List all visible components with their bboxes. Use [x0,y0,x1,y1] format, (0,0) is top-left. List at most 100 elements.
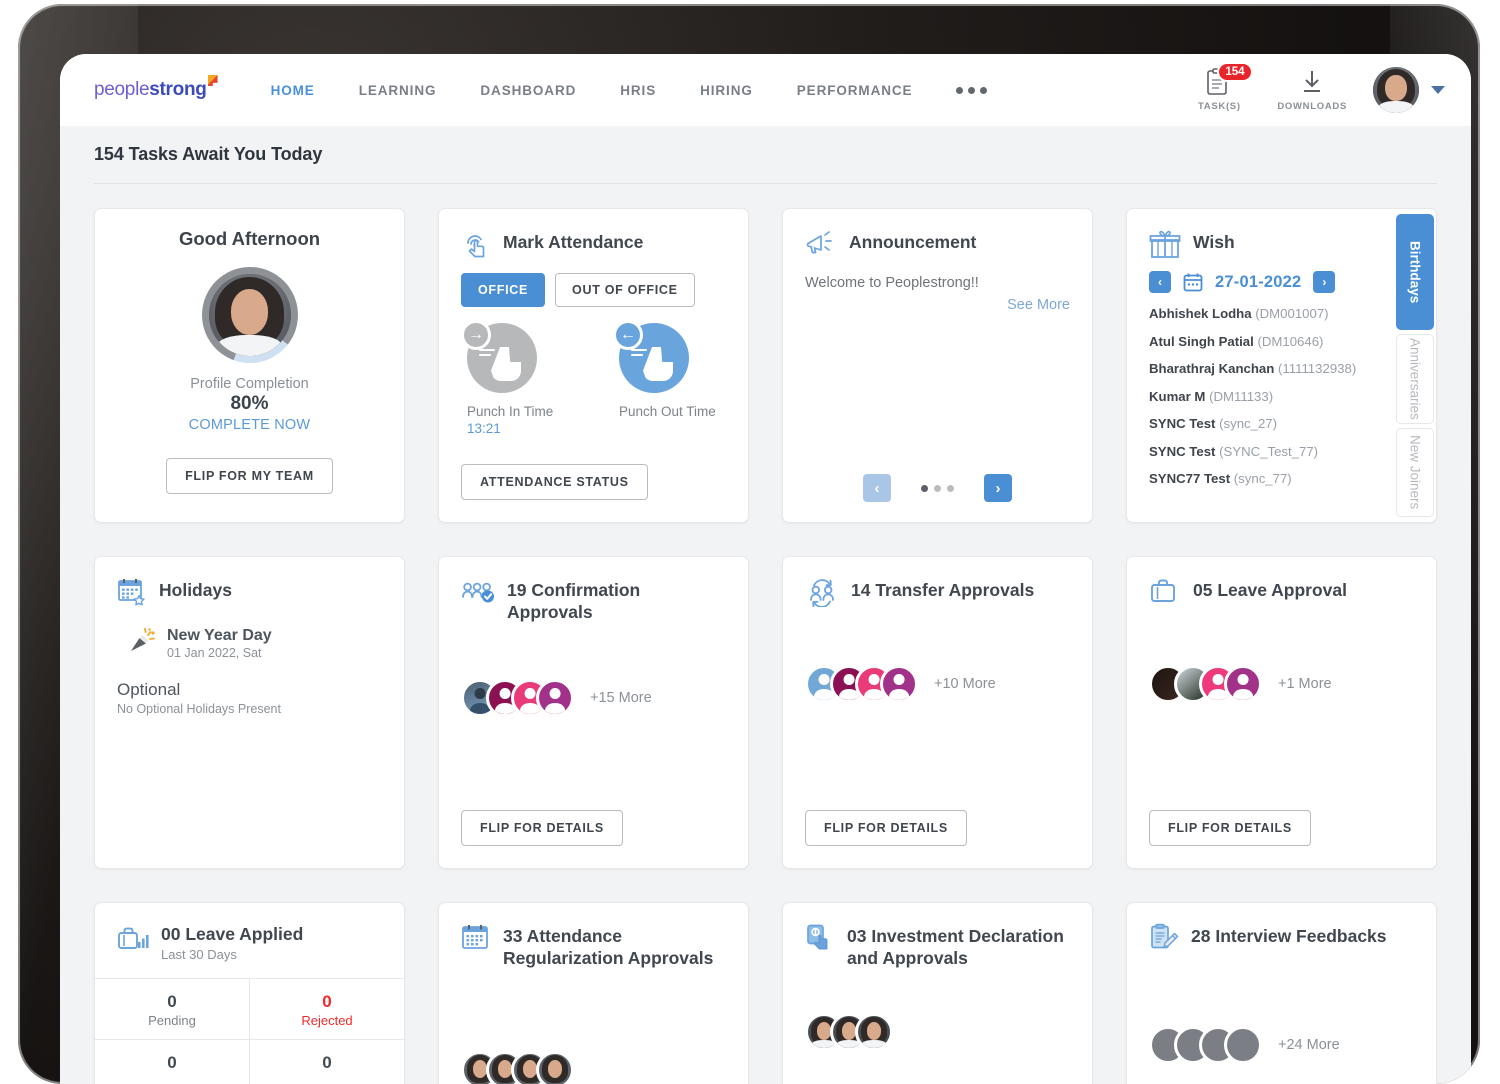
chevron-right-icon[interactable]: › [984,474,1012,502]
avatar-stack[interactable] [461,679,574,717]
see-more-link[interactable]: See More [805,297,1070,313]
downloads-button[interactable]: DOWNLOADS [1277,68,1347,112]
stat-value: 0 [95,992,249,1012]
avatar[interactable] [855,1013,893,1051]
segment-office[interactable]: OFFICE [461,273,545,307]
wish-next-icon[interactable]: › [1313,271,1335,293]
tab-anniversaries[interactable]: Anniversaries [1396,334,1434,424]
briefcase-icon [1149,577,1181,605]
leave-applied-card: 00 Leave Applied Last 30 Days 0 Pending … [94,902,405,1084]
more-count: +15 More [590,690,652,706]
punch-out-icon[interactable]: ← [619,323,689,393]
download-icon [1299,68,1325,96]
punch-in-block[interactable]: → Punch In Time 13:21 [467,323,559,436]
wish-prev-icon[interactable]: ‹ [1149,271,1171,293]
punch-out-label: Punch Out Time [619,404,711,419]
stat-value: 0 [250,1053,404,1073]
approver-avatars: +1 More [1149,665,1332,703]
avatar[interactable] [1224,1026,1262,1064]
avatar-stack[interactable] [1149,665,1262,703]
calendar-icon [1183,272,1203,292]
punch-in-icon[interactable]: → [467,323,537,393]
page-header: 154 Tasks Await You Today [60,126,1471,183]
investment-declaration-card: 03 Investment Declaration and Approvals [782,902,1093,1084]
flip-for-details-button[interactable]: FLIP FOR DETAILS [461,810,623,846]
top-navigation-bar: peoplestrong HOME LEARNING DASHBOARD HRI… [60,54,1471,126]
stat-pending[interactable]: 0 Pending [95,979,249,1040]
main-menu: HOME LEARNING DASHBOARD HRIS HIRING PERF… [249,83,1010,98]
flip-for-details-button[interactable]: FLIP FOR DETAILS [805,810,967,846]
list-item[interactable]: SYNC Test (sync_27) [1149,416,1380,431]
attendance-status-button[interactable]: ATTENDANCE STATUS [461,464,648,500]
fingerprint-touch-icon [461,229,491,259]
list-item[interactable]: Kumar M (DM11133) [1149,389,1380,404]
avatar[interactable] [1224,665,1262,703]
wish-date[interactable]: 27-01-2022 [1215,273,1301,292]
money-hand-icon [805,923,835,953]
nav-item-performance[interactable]: PERFORMANCE [775,83,935,98]
segment-out-of-office[interactable]: OUT OF OFFICE [555,273,695,307]
avatar[interactable] [536,679,574,717]
nav-item-hris[interactable]: HRIS [598,83,678,98]
complete-now-link[interactable]: COMPLETE NOW [189,417,311,433]
regularization-card-title: 33 Attendance Regularization Approvals [503,923,726,970]
wish-card-title: Wish [1193,229,1235,253]
stat-fourth[interactable]: 0 [249,1040,404,1084]
chevron-left-icon[interactable]: ‹ [863,474,891,502]
person-id: (SYNC_Test_77) [1219,444,1318,459]
person-name: SYNC77 Test [1149,471,1230,486]
approver-avatars [805,1013,893,1051]
flip-for-details-button[interactable]: FLIP FOR DETAILS [1149,810,1311,846]
app-screen: peoplestrong HOME LEARNING DASHBOARD HRI… [60,54,1471,1084]
carousel-dots [921,485,954,492]
avatar[interactable] [536,1051,574,1084]
list-item[interactable]: Bharathraj Kanchan (1111132938) [1149,361,1380,376]
person-id: (sync_77) [1234,471,1292,486]
avatar[interactable] [1373,67,1419,113]
avatar-stack[interactable] [461,1051,574,1084]
avatar[interactable] [880,665,918,703]
nav-item-hiring[interactable]: HIRING [678,83,775,98]
person-id: (DM001007) [1255,306,1328,321]
transfer-card-title: 14 Transfer Approvals [851,577,1034,601]
user-menu[interactable] [1373,67,1445,113]
stat-label: Rejected [250,1013,404,1028]
stat-third[interactable]: 0 [95,1040,249,1084]
leave-applied-title: 00 Leave Applied [161,923,303,945]
profile-completion-label: Profile Completion [190,376,308,392]
list-item[interactable]: SYNC Test (SYNC_Test_77) [1149,444,1380,459]
brand-mark-icon [208,75,218,86]
leave-applied-subtitle: Last 30 Days [161,947,303,962]
profile-photo[interactable] [209,274,291,356]
attendance-regularization-card: 33 Attendance Regularization Approvals [438,902,749,1084]
more-count: +10 More [934,676,996,692]
list-item[interactable]: Atul Singh Patial (DM10646) [1149,334,1380,349]
downloads-label: DOWNLOADS [1277,101,1347,112]
avatar-stack[interactable] [805,1013,893,1051]
confirmation-approvals-card: 19 Confirmation Approvals +15 More FLIP … [438,556,749,869]
table-row: 0 0 [95,1040,404,1084]
peoplestrong-logo[interactable]: peoplestrong [94,79,207,101]
punch-out-block[interactable]: ← Punch Out Time [619,323,711,436]
flip-for-my-team-button[interactable]: FLIP FOR MY TEAM [166,458,333,494]
approver-avatars [461,1051,574,1084]
wish-card: Wish ‹ 2 [1126,208,1437,523]
person-name: SYNC Test [1149,444,1215,459]
avatar-stack[interactable] [805,665,918,703]
nav-item-learning[interactable]: LEARNING [337,83,459,98]
avatar-stack[interactable] [1149,1026,1262,1064]
tasks-button[interactable]: 154 TASK(S) [1187,68,1251,112]
tab-birthdays[interactable]: Birthdays [1396,214,1434,330]
list-item[interactable]: Abhishek Lodha (DM001007) [1149,306,1380,321]
leave-approval-card: 05 Leave Approval +1 More FLIP FOR DETAI… [1126,556,1437,869]
list-item[interactable]: SYNC77 Test (sync_77) [1149,471,1380,486]
leave-applied-header: 00 Leave Applied Last 30 Days [95,903,404,978]
ellipsis-icon[interactable] [934,87,1009,94]
nav-item-dashboard[interactable]: DASHBOARD [458,83,598,98]
nav-item-home[interactable]: HOME [249,83,337,98]
stat-rejected[interactable]: 0 Rejected [249,979,404,1040]
tab-new-joiners[interactable]: New Joiners [1396,428,1434,518]
investment-card-title: 03 Investment Declaration and Approvals [847,923,1070,970]
announcement-message: Welcome to Peoplestrong!! [805,275,1070,291]
chevron-down-icon[interactable] [1431,86,1445,94]
